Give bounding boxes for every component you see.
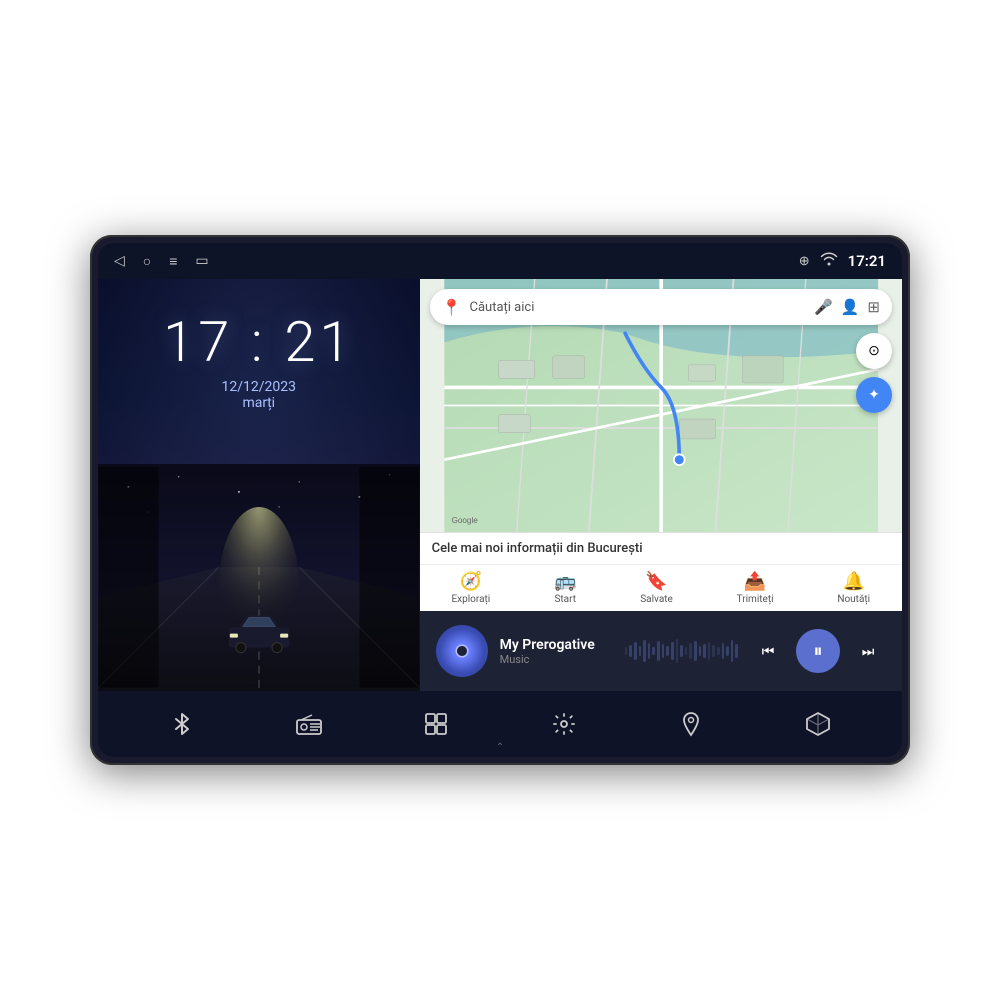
yandex-icon [805,711,831,737]
maps-icon [680,711,702,737]
dock-apps[interactable] [414,702,458,746]
music-source: Music [500,653,613,666]
dock-chevron: ⌃ [496,742,504,753]
music-player: My Prerogative Music ⏮ ⏸ ⏭ [420,611,902,691]
dock-yandex[interactable] [796,702,840,746]
radio-icon [296,713,322,735]
home-button[interactable]: ○ [143,253,151,270]
right-panel: Google 📍 Căutați aici 🎤 👤 ⊞ [420,279,902,691]
music-waveform [625,636,738,666]
nav-start[interactable]: 🚌 Start [554,571,576,605]
clock-widget: 17 : 21 12/12/2023 marți [163,309,354,411]
explore-icon: 🧭 [460,571,482,592]
status-bar: ◁ ○ ≡ ▭ ⊕ 17:21 [98,243,902,279]
grid-icon[interactable]: ⊞ [867,298,880,316]
left-panel: 17 : 21 12/12/2023 marți [98,279,420,691]
status-indicators: ⊕ 17:21 [799,252,886,270]
saved-icon: 🔖 [645,571,667,592]
explore-label: Explorați [451,594,490,605]
music-title: My Prerogative [500,637,613,653]
music-info: My Prerogative Music [500,637,613,666]
back-button[interactable]: ◁ [114,253,125,269]
location-icon: ⊕ [799,254,810,269]
wifi-icon [820,252,838,270]
screenshot-button[interactable]: ▭ [195,253,208,269]
clock-day: marți [163,395,354,411]
album-art [436,625,488,677]
nav-explore[interactable]: 🧭 Explorați [451,571,490,605]
bottom-dock: ⌃ [98,691,902,757]
account-icon[interactable]: 👤 [841,298,860,316]
send-icon: 📤 [744,571,766,592]
settings-icon [552,712,576,736]
map-search-bar[interactable]: 📍 Căutați aici 🎤 👤 ⊞ [430,289,892,325]
map-pin-icon: 📍 [442,298,462,317]
clock-time: 17 : 21 [163,309,354,375]
dock-settings[interactable] [542,702,586,746]
bluetooth-icon [170,712,194,736]
dock-radio[interactable] [287,702,331,746]
next-button[interactable]: ⏭ [850,633,886,669]
car-display-device: ◁ ○ ≡ ▭ ⊕ 17:21 [90,235,910,765]
mic-icon[interactable]: 🎤 [814,298,833,316]
map-info-bar: Cele mai noi informații din București [420,532,902,564]
news-icon: 🔔 [843,571,865,592]
car-road [98,464,420,691]
nav-buttons: ◁ ○ ≡ ▭ [114,253,209,270]
map-search-icons: 🎤 👤 ⊞ [814,298,880,316]
map-search-text[interactable]: Căutați aici [470,300,807,315]
svg-text:Google: Google [451,516,478,525]
map-fab-buttons: ⊙ ✦ [856,333,892,413]
music-controls: ⏮ ⏸ ⏭ [750,629,886,673]
map-info-text: Cele mai noi informații din București [432,541,643,556]
navigate-button[interactable]: ✦ [856,377,892,413]
send-label: Trimiteți [737,594,774,605]
album-art-icon [448,637,476,665]
map-area[interactable]: Google 📍 Căutați aici 🎤 👤 ⊞ [420,279,902,532]
menu-button[interactable]: ≡ [169,253,177,270]
layer-button[interactable]: ⊙ [856,333,892,369]
prev-button[interactable]: ⏮ [750,633,786,669]
status-time: 17:21 [848,252,886,270]
nav-saved[interactable]: 🔖 Salvate [640,571,673,605]
main-content: 17 : 21 12/12/2023 marți [98,279,902,691]
map-nav-strip: 🧭 Explorați 🚌 Start 🔖 Salvate 📤 Trimiteț… [420,564,902,611]
play-pause-button[interactable]: ⏸ [796,629,840,673]
road-svg [98,464,420,691]
car-scene [98,464,420,691]
dock-bluetooth[interactable] [160,702,204,746]
nav-send[interactable]: 📤 Trimiteți [737,571,774,605]
start-label: Start [554,594,576,605]
clock-date: 12/12/2023 [163,379,354,395]
screen: ◁ ○ ≡ ▭ ⊕ 17:21 [98,243,902,757]
apps-icon [424,712,448,736]
saved-label: Salvate [640,594,673,605]
start-icon: 🚌 [554,571,576,592]
nav-news[interactable]: 🔔 Noutăți [837,571,870,605]
news-label: Noutăți [837,594,870,605]
dock-maps[interactable] [669,702,713,746]
